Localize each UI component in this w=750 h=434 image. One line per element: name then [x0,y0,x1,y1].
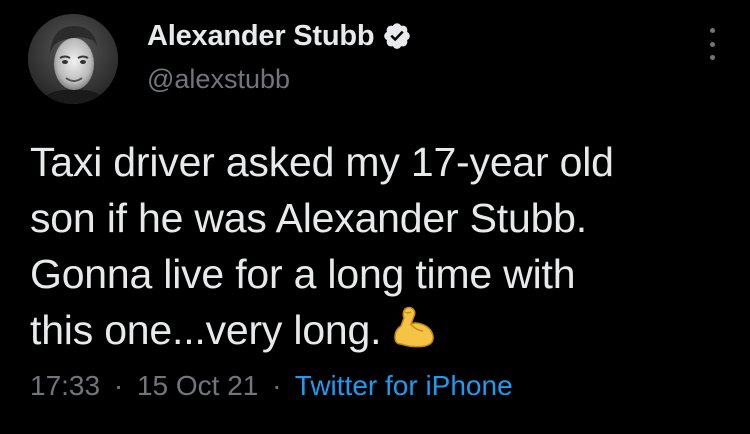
flexed-biceps-icon [391,304,437,350]
tweet-text-segment: this one...very long. [30,307,382,353]
tweet-text-line: Gonna live for a long time with [30,251,576,297]
avatar[interactable] [28,14,118,104]
tweet-text-line: son if he was Alexander Stubb. [30,195,587,241]
more-dot [709,41,715,47]
tweet-card: Alexander Stubb @alexstubb Taxi driver a… [0,0,750,434]
tweet-date[interactable]: 15 Oct 21 [137,370,258,401]
more-dot [709,55,715,60]
tweet-source-link[interactable]: Twitter for iPhone [295,370,513,401]
tweet-meta: 17:33 · 15 Oct 21 · Twitter for iPhone [30,370,513,402]
tweet-time[interactable]: 17:33 [30,370,100,401]
verified-badge-icon [382,21,412,51]
author-handle[interactable]: @alexstubb [147,64,290,95]
more-dot [709,28,715,33]
tweet-text: Taxi driver asked my 17-year old son if … [30,134,730,358]
meta-separator: · [113,370,124,401]
tweet-text-line: Taxi driver asked my 17-year old [30,139,614,185]
more-options-icon[interactable] [702,28,722,60]
avatar-portrait-icon [28,14,118,104]
meta-separator: · [272,370,282,401]
author-display-name[interactable]: Alexander Stubb [147,20,375,53]
tweet-text-line-last: this one...very long. [30,302,730,358]
author-name-row: Alexander Stubb [147,16,412,56]
